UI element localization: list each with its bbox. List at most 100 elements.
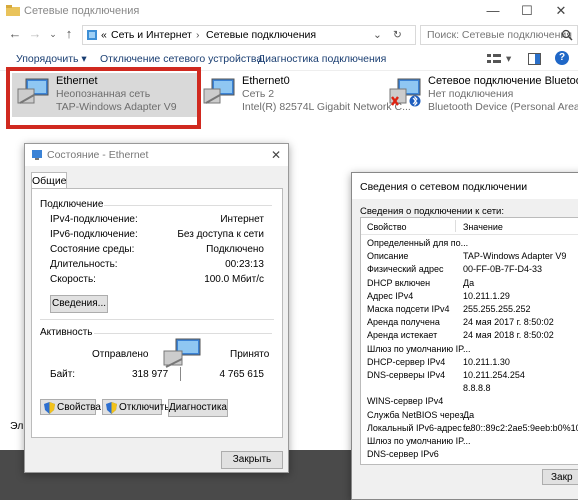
help-icon[interactable]: ? bbox=[555, 51, 569, 65]
status-dialog-titlebar: Состояние - Ethernet ✕ bbox=[25, 144, 288, 166]
bytes-sent-value: 318 977 bbox=[132, 369, 169, 380]
property-cell: DNS-сервер IPv6 bbox=[367, 449, 439, 460]
breadcrumb-prefix[interactable]: « bbox=[101, 29, 107, 41]
table-row[interactable]: Определенный для по... bbox=[361, 237, 578, 250]
table-row[interactable]: Описание TAP-Windows Adapter V9 bbox=[361, 250, 578, 263]
view-options-icon[interactable] bbox=[487, 53, 501, 65]
details-list[interactable]: Свойство Значение Определенный для по...… bbox=[360, 217, 578, 465]
value-cell: 10.211.1.30 bbox=[463, 356, 510, 367]
adapter-bluetooth[interactable]: Сетевое подключение Bluetooth Нет подклю… bbox=[384, 73, 578, 117]
adapter-name: Ethernet0 bbox=[242, 75, 290, 87]
divider bbox=[40, 319, 274, 320]
disable-device-button[interactable]: Отключение сетевого устройства bbox=[100, 53, 262, 65]
property-cell: Локальный IPv6-адрес ... bbox=[367, 422, 472, 433]
table-row[interactable]: Локальный IPv6-адрес ... fe80::89c2:2ae5:… bbox=[361, 422, 578, 435]
bytes-received-value: 4 765 615 bbox=[219, 369, 265, 380]
diagnose-button[interactable]: Диагностика подключения bbox=[258, 53, 386, 65]
table-row[interactable]: Маска подсети IPv4 255.255.255.252 bbox=[361, 303, 578, 316]
back-arrow-icon[interactable]: ← bbox=[8, 26, 22, 42]
disable-button-label: Отключить bbox=[119, 402, 170, 413]
speed-value: 100.0 Мбит/с bbox=[204, 274, 264, 285]
highlight-frame bbox=[6, 67, 201, 129]
network-adapter-icon bbox=[203, 78, 235, 104]
property-cell: Описание bbox=[367, 251, 409, 262]
details-dialog: Сведения о сетевом подключении Сведения … bbox=[351, 172, 578, 500]
breadcrumb-network-internet[interactable]: Сеть и Интернет bbox=[111, 29, 192, 41]
search-icon[interactable] bbox=[561, 29, 573, 41]
table-row[interactable]: 8.8.8.8 bbox=[361, 382, 578, 395]
property-cell: Служба NetBIOS через... bbox=[367, 409, 472, 420]
table-row[interactable]: WINS-сервер IPv4 bbox=[361, 395, 578, 408]
bytes-label: Байт: bbox=[50, 369, 76, 380]
media-state-label: Состояние среды: bbox=[50, 244, 135, 255]
column-property[interactable]: Свойство bbox=[367, 222, 407, 232]
table-row[interactable]: DHCP включен Да bbox=[361, 277, 578, 290]
column-value[interactable]: Значение bbox=[463, 222, 503, 232]
media-state-value: Подключено bbox=[206, 244, 264, 255]
status-bar-text: Эл bbox=[10, 420, 24, 432]
close-button[interactable]: Закрыть bbox=[221, 451, 283, 469]
network-folder-icon bbox=[6, 5, 20, 16]
duration-label: Длительность: bbox=[50, 259, 118, 270]
table-row[interactable]: Шлюз по умолчанию IP... bbox=[361, 435, 578, 448]
adapter-device: Bluetooth Device (Personal Area ... bbox=[428, 101, 578, 113]
breadcrumb-network-connections[interactable]: Сетевые подключения bbox=[206, 29, 316, 41]
table-row[interactable]: Аренда истекает 24 мая 2018 г. 8:50:02 bbox=[361, 329, 578, 342]
breadcrumb-separator: › bbox=[196, 29, 200, 41]
up-arrow-icon[interactable]: ↑ bbox=[62, 26, 76, 42]
properties-button[interactable]: Свойства bbox=[40, 399, 101, 415]
disable-button[interactable]: Отключить bbox=[102, 399, 170, 415]
organize-button[interactable]: Упорядочить ▾ bbox=[16, 53, 87, 65]
history-chevron-icon[interactable]: ⌄ bbox=[46, 26, 60, 42]
value-cell: fe80::89c2:2ae5:9eeb:b0%10 bbox=[463, 422, 578, 433]
received-label: Принято bbox=[230, 349, 270, 360]
list-header: Свойство Значение bbox=[361, 218, 578, 235]
value-cell: Да bbox=[463, 277, 475, 288]
forward-arrow-icon[interactable]: → bbox=[28, 26, 42, 42]
preview-pane-icon[interactable] bbox=[528, 53, 541, 65]
property-cell: DNS-серверы IPv4 bbox=[367, 370, 446, 380]
details-close-button[interactable]: Закр bbox=[542, 469, 578, 485]
diagnose-dialog-button[interactable]: Диагностика bbox=[168, 399, 228, 417]
value-cell: 00-FF-0B-7F-D4-33 bbox=[463, 264, 543, 275]
activity-header: Активность bbox=[40, 327, 93, 338]
value-cell: 24 мая 2018 г. 8:50:02 bbox=[463, 330, 554, 341]
table-row[interactable]: Физический адрес 00-FF-0B-7F-D4-33 bbox=[361, 263, 578, 276]
shield-icon bbox=[44, 402, 55, 414]
network-status-icon bbox=[32, 150, 42, 160]
maximize-button[interactable]: ☐ bbox=[512, 0, 542, 22]
search-input[interactable]: Поиск: Сетевые подключения bbox=[420, 25, 578, 45]
ipv4-value: Интернет bbox=[220, 214, 264, 225]
table-row[interactable]: DNS-сервер IPv6 bbox=[361, 448, 578, 461]
value-cell: 255.255.255.252 bbox=[463, 304, 531, 314]
view-dropdown-icon[interactable]: ▾ bbox=[506, 53, 511, 65]
property-cell: Шлюз по умолчанию IP... bbox=[367, 343, 471, 354]
property-cell: WINS-сервер IPv4 bbox=[367, 396, 444, 407]
details-button[interactable]: Сведения... bbox=[50, 295, 108, 313]
refresh-icon[interactable]: ↻ bbox=[393, 29, 402, 41]
adapter-name: Сетевое подключение Bluetooth bbox=[428, 75, 578, 87]
speed-label: Скорость: bbox=[50, 274, 96, 285]
tab-general[interactable]: Общие bbox=[31, 172, 67, 189]
table-row[interactable]: Шлюз по умолчанию IP... bbox=[361, 343, 578, 356]
table-row[interactable]: Аренда получена 24 мая 2017 г. 8:50:02 bbox=[361, 316, 578, 329]
properties-button-label: Свойства bbox=[57, 402, 101, 413]
table-row[interactable]: Служба NetBIOS через... Да bbox=[361, 409, 578, 422]
property-cell: Физический адрес bbox=[367, 264, 444, 275]
adapter-status: Нет подключения bbox=[428, 88, 514, 100]
status-dialog-title: Состояние - Ethernet bbox=[47, 149, 149, 161]
close-window-button[interactable]: ✕ bbox=[546, 0, 576, 22]
minimize-button[interactable]: — bbox=[478, 0, 508, 22]
adapter-ethernet0[interactable]: Ethernet0 Сеть 2 Intel(R) 82574L Gigabit… bbox=[198, 73, 411, 117]
duration-value: 00:23:13 bbox=[225, 259, 264, 270]
table-row[interactable]: DHCP-сервер IPv4 10.211.1.30 bbox=[361, 356, 578, 369]
address-dropdown-icon[interactable]: ⌄ bbox=[373, 29, 382, 41]
value-cell: Да bbox=[463, 409, 475, 420]
property-cell: Шлюз по умолчанию IP... bbox=[367, 436, 471, 446]
table-row[interactable]: DNS-серверы IPv4 10.211.254.254 bbox=[361, 369, 578, 382]
property-cell: DHCP-сервер IPv4 bbox=[367, 356, 446, 367]
table-row[interactable]: Адрес IPv4 10.211.1.29 bbox=[361, 290, 578, 303]
column-divider[interactable] bbox=[455, 220, 456, 232]
close-icon[interactable]: ✕ bbox=[271, 148, 281, 162]
address-bar[interactable]: « Сеть и Интернет › Сетевые подключения … bbox=[82, 25, 416, 45]
